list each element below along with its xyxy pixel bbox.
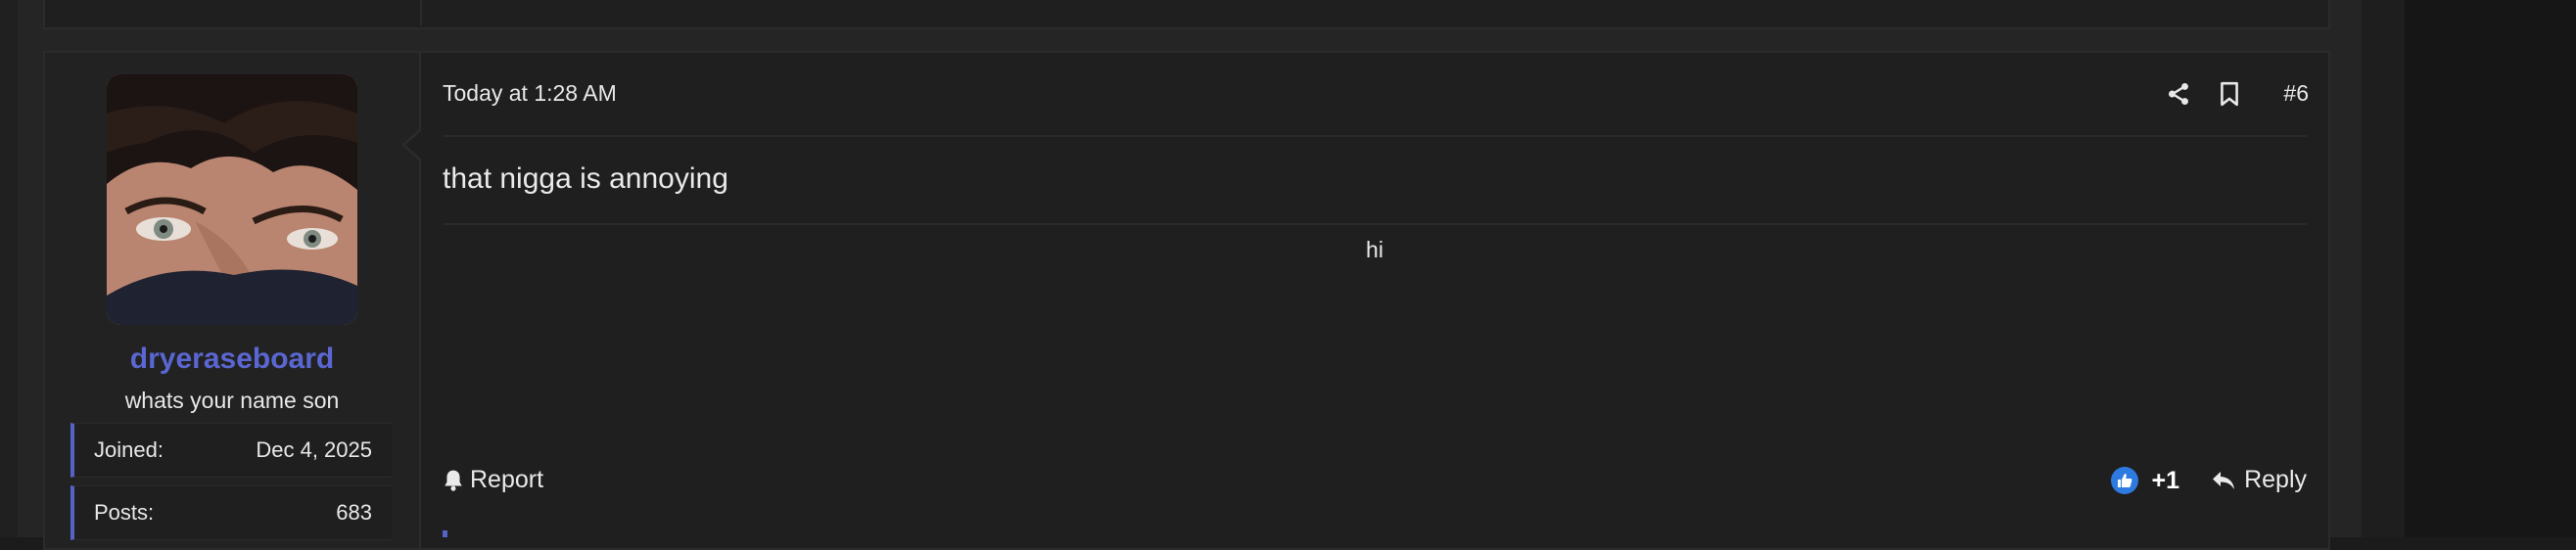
user-extra-posts: Posts: 683 (70, 485, 392, 540)
thumbs-up-icon (2111, 467, 2139, 494)
header-divider (443, 135, 2307, 137)
avatar-image (107, 74, 357, 325)
report-label: Report (470, 466, 544, 493)
share-button[interactable] (2162, 76, 2195, 112)
reply-button[interactable]: Reply (2211, 466, 2307, 494)
previous-post (43, 0, 2330, 29)
reply-label: Reply (2244, 466, 2307, 493)
reactions-summary[interactable]: +1 (2110, 466, 2179, 495)
report-button[interactable]: Report (443, 466, 543, 494)
post-header-actions: #6 (2162, 76, 2309, 112)
page-background-right (2405, 0, 2576, 537)
username[interactable]: dryeraseboard (45, 343, 419, 376)
previous-post-divider (420, 0, 422, 25)
post-user-cell: dryeraseboard whats your name son Joined… (45, 53, 421, 548)
page-gutter-right (2362, 0, 2405, 537)
page-gutter-left (0, 0, 18, 537)
message-arrow-inner (405, 131, 421, 159)
user-extra-value: 683 (336, 500, 372, 525)
reply-icon (2213, 471, 2235, 489)
post-number[interactable]: #6 (2283, 80, 2309, 107)
bookmark-icon (2221, 81, 2238, 107)
post: dryeraseboard whats your name son Joined… (43, 51, 2330, 550)
user-extra-label: Posts: (94, 500, 155, 525)
share-icon (2169, 82, 2188, 106)
signature: hi (1366, 237, 1383, 262)
user-title: whats your name son (124, 388, 340, 413)
post-message: that nigga is annoying (443, 162, 728, 195)
signature-divider (443, 223, 2307, 225)
reaction-count: +1 (2151, 466, 2179, 494)
user-extra-label: Joined: (94, 437, 164, 462)
bell-icon (445, 470, 462, 491)
post-date[interactable]: Today at 1:28 AM (443, 80, 617, 107)
post-footer: Report +1 Reply (443, 464, 2307, 507)
user-extra-joined: Joined: Dec 4, 2025 (70, 423, 392, 478)
user-extra-value: Dec 4, 2025 (256, 437, 372, 462)
avatar[interactable] (107, 74, 357, 325)
next-post-quote-accent (443, 530, 447, 537)
bookmark-button[interactable] (2213, 76, 2246, 112)
